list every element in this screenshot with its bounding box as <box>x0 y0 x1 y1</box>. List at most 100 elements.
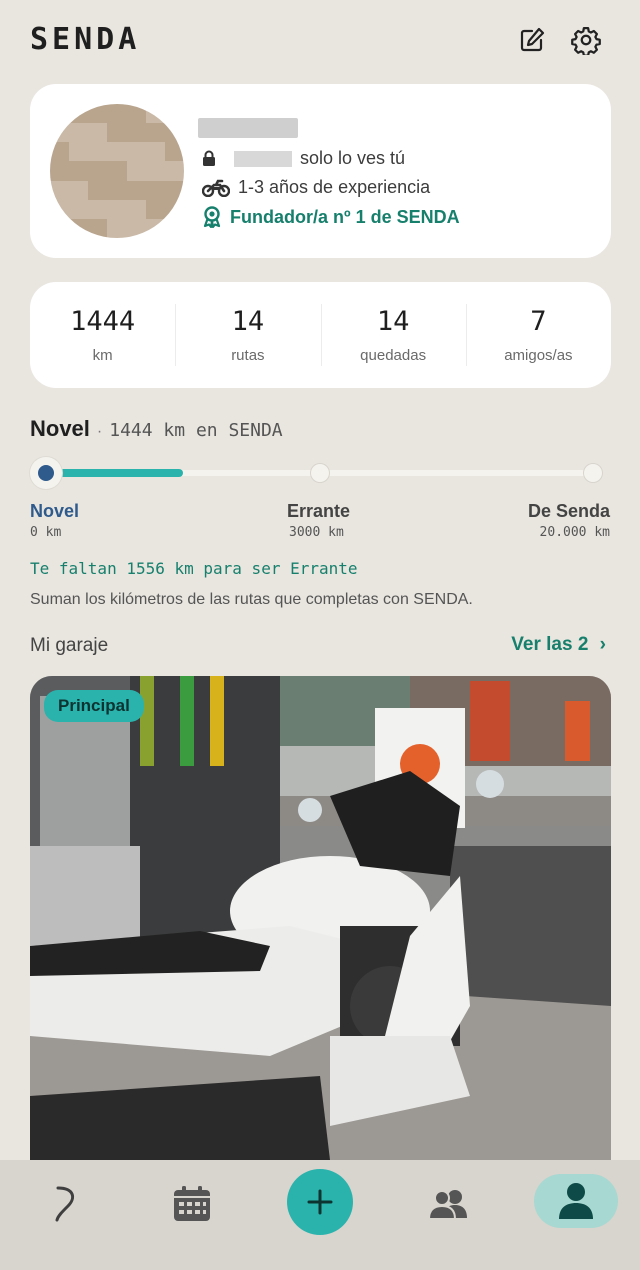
level-note: Suman los kilómetros de las rutas que co… <box>30 591 473 608</box>
avatar-pixel <box>69 180 89 200</box>
avatar-pixel <box>126 161 146 181</box>
avatar-pixel <box>126 104 146 124</box>
level-step-km: 3000 km <box>289 525 344 540</box>
nav-calendar[interactable] <box>160 1176 224 1232</box>
lock-icon <box>202 150 216 167</box>
edit-profile-button[interactable] <box>516 24 548 56</box>
avatar-pixel <box>69 142 89 162</box>
avatar-pixel <box>126 218 146 238</box>
avatar-pixel <box>107 123 127 143</box>
avatar-pixel <box>88 180 108 200</box>
avatar-pixel <box>145 142 165 162</box>
avatar-pixel <box>164 142 184 162</box>
avatar-pixel <box>50 161 70 181</box>
avatar-pixel <box>126 123 146 143</box>
motorcycle-photo[interactable] <box>30 676 611 1160</box>
level-step-name: De Senda <box>527 501 610 521</box>
stat-meetups[interactable]: 14 quedadas <box>320 282 466 388</box>
avatar-pixel <box>69 161 89 181</box>
avatar-pixel <box>164 161 184 181</box>
calendar-icon <box>174 1186 210 1221</box>
private-field-blurred <box>234 150 292 167</box>
avatar[interactable] <box>50 104 184 238</box>
nav-friends[interactable] <box>416 1176 480 1232</box>
gear-icon <box>571 27 601 55</box>
stat-friends[interactable]: 7 amigos/as <box>465 282 611 388</box>
avatar-pixel <box>107 218 127 238</box>
profile-card: solo lo ves tú 1-3 años de experiencia F… <box>30 84 611 258</box>
stats-card: 1444 km 14 rutas 14 quedadas 7 amigos/as <box>30 282 611 388</box>
stat-routes[interactable]: 14 rutas <box>175 282 320 388</box>
level-step-name: Novel <box>30 501 80 521</box>
motorcycle-icon <box>202 179 230 197</box>
avatar-pixel <box>145 161 165 181</box>
settings-button[interactable] <box>570 24 602 56</box>
avatar-pixel <box>69 218 89 238</box>
garage-title: Mi garaje <box>30 635 109 656</box>
avatar-pixel <box>145 218 165 238</box>
level-progress-fill <box>46 469 183 477</box>
level-node-de-senda <box>584 464 602 482</box>
level-step-km: 0 km <box>30 525 62 540</box>
avatar-pixel <box>107 142 127 162</box>
stat-km[interactable]: 1444 km <box>30 282 175 388</box>
stat-value: 14 <box>376 306 410 337</box>
avatar-pixel <box>145 104 165 124</box>
avatar-pixel <box>164 123 184 143</box>
friends-icon <box>427 1190 467 1220</box>
level-separator: · <box>96 423 103 440</box>
avatar-pixel <box>88 218 108 238</box>
avatar-pixel <box>107 161 127 181</box>
avatar-pixel <box>88 123 108 143</box>
level-step-name: Errante <box>287 501 351 521</box>
avatar-pixel <box>145 180 165 200</box>
experience-text: 1-3 años de experiencia <box>238 177 431 197</box>
nav-profile[interactable] <box>534 1174 618 1228</box>
nav-routes[interactable] <box>33 1176 97 1232</box>
app-header: SENDA <box>30 20 610 60</box>
experience-row: 1-3 años de experiencia <box>202 177 430 198</box>
stat-value: 1444 <box>70 306 136 337</box>
level-node-novel <box>30 457 62 489</box>
avatar-pixel <box>126 180 146 200</box>
level-summary: 1444 km en SENDA <box>109 420 283 441</box>
stat-label: amigos/as <box>504 347 573 364</box>
avatar-pixel <box>88 161 108 181</box>
edit-icon <box>520 27 545 52</box>
principal-badge: Principal <box>44 690 144 722</box>
avatar-pixel <box>126 199 146 219</box>
stat-value: 7 <box>530 306 547 337</box>
motorcycle-image <box>30 676 611 1160</box>
add-button[interactable] <box>287 1169 353 1235</box>
avatar-pixel <box>69 123 89 143</box>
stat-value: 14 <box>231 306 265 337</box>
avatar-pixel <box>145 123 165 143</box>
level-heading: Novel · 1444 km en SENDA <box>30 416 283 442</box>
founder-row: Fundador/a nº 1 de SENDA <box>202 206 460 228</box>
avatar-pixel <box>50 104 70 124</box>
avatar-pixel <box>50 180 70 200</box>
view-all-garage-link[interactable]: Ver las 2 › <box>511 634 606 656</box>
avatar-pixel <box>69 104 89 124</box>
avatar-pixel <box>69 199 89 219</box>
stat-label: km <box>92 347 113 364</box>
avatar-pixel <box>88 199 108 219</box>
privacy-text: solo lo ves tú <box>300 148 406 168</box>
avatar-pixel <box>50 199 70 219</box>
avatar-pixel <box>164 104 184 124</box>
privacy-row: solo lo ves tú <box>202 148 405 169</box>
view-all-label: Ver las 2 <box>511 634 589 655</box>
user-name-blurred <box>198 118 298 138</box>
avatar-pixel <box>164 218 184 238</box>
stat-label: quedadas <box>360 347 427 364</box>
avatar-pixel <box>107 199 127 219</box>
award-icon <box>202 206 222 228</box>
routes-icon <box>55 1186 75 1222</box>
avatar-pixel <box>107 104 127 124</box>
chevron-right-icon: › <box>599 634 606 655</box>
bottom-nav <box>0 1160 640 1270</box>
stat-label: rutas <box>231 347 265 364</box>
add-icon <box>307 1189 333 1215</box>
founder-text: Fundador/a nº 1 de SENDA <box>230 206 460 227</box>
avatar-pixel <box>164 180 184 200</box>
